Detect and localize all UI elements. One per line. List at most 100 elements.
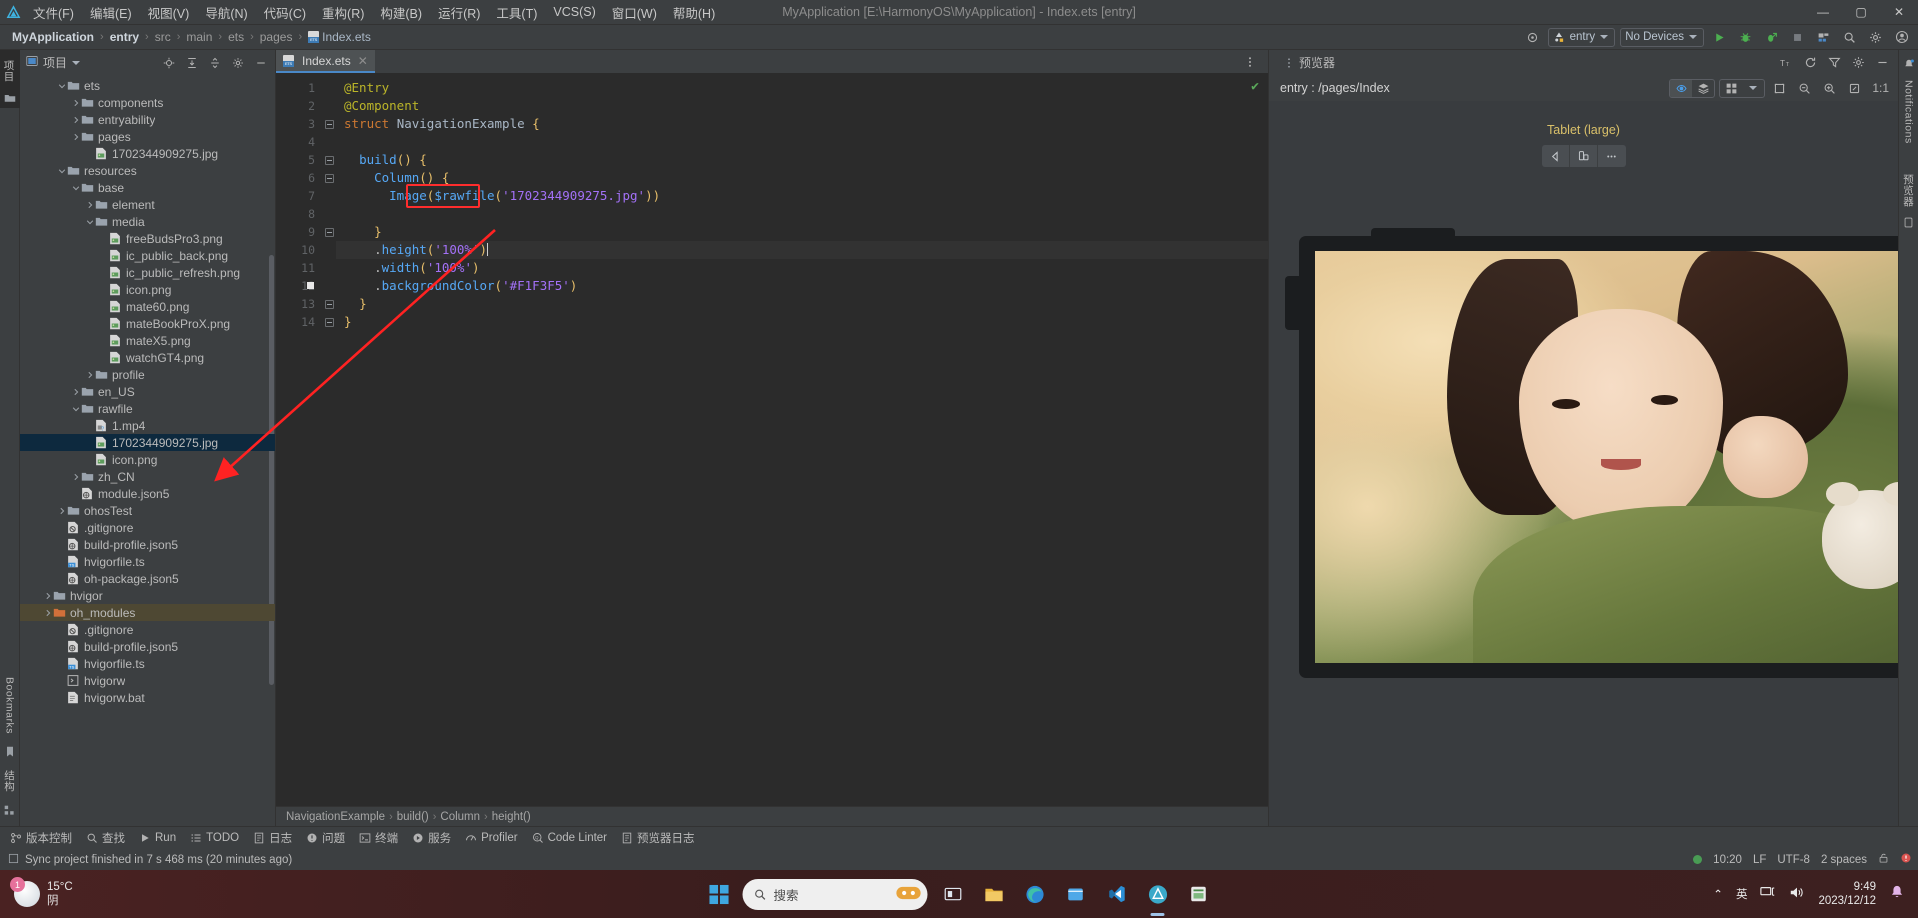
code-line[interactable]: .backgroundColor('#F1F3F5')	[336, 277, 1268, 295]
fold-gutter[interactable]	[322, 73, 336, 806]
profile-debug-icon[interactable]	[1761, 27, 1782, 48]
tool-window-run[interactable]: Run	[139, 832, 176, 844]
status-time[interactable]: 10:20	[1713, 854, 1742, 866]
run-configuration-selector[interactable]: entry	[1547, 27, 1616, 47]
source-code[interactable]: @Entry @Component struct NavigationExample…	[336, 73, 1268, 806]
menu-item-help[interactable]: 帮助(H)	[666, 0, 722, 25]
tool-window-todo[interactable]: TODO	[190, 832, 239, 844]
fold-toggle-icon[interactable]	[322, 169, 336, 187]
preview-tool-icon[interactable]	[1899, 213, 1918, 233]
error-icon[interactable]	[1900, 852, 1912, 867]
filter-icon[interactable]	[1824, 52, 1845, 73]
code-line[interactable]: .width('100%')	[336, 259, 1268, 277]
tree-node[interactable]: pages	[20, 128, 275, 145]
tree-node[interactable]: icon.png	[20, 281, 275, 298]
code-line[interactable]: build() {	[336, 151, 1268, 169]
breadcrumb-item-main[interactable]: main	[182, 29, 216, 45]
device-screen[interactable]	[1315, 251, 1898, 663]
breadcrumb-item-project[interactable]: MyApplication	[8, 29, 98, 45]
code-line[interactable]: struct NavigationExample {	[336, 115, 1268, 133]
menu-item-tools[interactable]: 工具(T)	[489, 0, 544, 25]
tool-window-log[interactable]: 日志	[253, 830, 292, 846]
target-icon[interactable]	[1522, 27, 1543, 48]
tool-window-vcs[interactable]: 版本控制	[10, 830, 72, 846]
menu-item-file[interactable]: 文件(F)	[26, 0, 81, 25]
fold-toggle-icon[interactable]	[322, 313, 336, 331]
bookmark-icon[interactable]	[0, 742, 20, 762]
chevron-right-icon[interactable]	[70, 114, 81, 125]
expand-all-icon[interactable]	[181, 52, 202, 73]
chevron-right-icon[interactable]	[70, 471, 81, 482]
editor-breadcrumb-3[interactable]: height()	[492, 811, 531, 823]
code-area[interactable]: 1234567891011121314 @Entry@Componentstru…	[276, 73, 1268, 806]
tree-node[interactable]: ? 1.mp4	[20, 417, 275, 434]
chevron-down-icon[interactable]	[56, 165, 67, 176]
editor-breadcrumb-0[interactable]: NavigationExample	[286, 811, 385, 823]
chevron-down-icon[interactable]	[72, 60, 81, 65]
actual-size-icon[interactable]	[1844, 78, 1865, 99]
rotate-back-icon[interactable]	[1542, 145, 1570, 167]
refresh-icon[interactable]	[1800, 52, 1821, 73]
orientation-icon[interactable]	[1570, 145, 1599, 167]
device-manager-icon[interactable]	[1813, 27, 1834, 48]
locate-file-icon[interactable]	[158, 52, 179, 73]
chevron-down-icon[interactable]	[56, 80, 67, 91]
breadcrumb-item-ets[interactable]: ets	[224, 29, 248, 45]
folder-icon[interactable]	[0, 88, 20, 108]
inspector-icon[interactable]	[1670, 79, 1693, 97]
zoom-out-icon[interactable]	[1794, 78, 1815, 99]
layers-icon[interactable]	[1692, 80, 1714, 97]
tool-window-code-linter[interactable]: Q Code Linter	[532, 832, 607, 844]
taskbar-search-box[interactable]: 搜索	[742, 878, 928, 910]
menu-item-refactor[interactable]: 重构(R)	[315, 0, 371, 25]
tool-window-preview-log[interactable]: 预览器日志	[621, 830, 695, 846]
status-line-separator[interactable]: LF	[1753, 854, 1766, 866]
tree-node[interactable]: ohosTest	[20, 502, 275, 519]
search-icon[interactable]	[1839, 27, 1860, 48]
chevron-right-icon[interactable]	[42, 607, 53, 618]
tree-node[interactable]: element	[20, 196, 275, 213]
app-icon[interactable]	[1183, 878, 1215, 910]
breadcrumb-item-entry[interactable]: entry	[106, 29, 143, 45]
tree-node[interactable]: oh_modules	[20, 604, 275, 621]
account-icon[interactable]	[1891, 27, 1912, 48]
tree-node[interactable]: zh_CN	[20, 468, 275, 485]
tree-node[interactable]: 1702344909275.jpg	[20, 434, 275, 451]
file-explorer-icon[interactable]	[978, 878, 1010, 910]
tree-node[interactable]: profile	[20, 366, 275, 383]
font-size-icon[interactable]: TT	[1776, 52, 1797, 73]
tray-chevron-up-icon[interactable]: ⌃	[1713, 887, 1723, 901]
tree-node[interactable]: mateX5.png	[20, 332, 275, 349]
tree-node[interactable]: ic_public_refresh.png	[20, 264, 275, 281]
code-line[interactable]: @Component	[336, 97, 1268, 115]
close-button[interactable]: ✕	[1880, 0, 1918, 25]
code-line[interactable]: }	[336, 223, 1268, 241]
tray-volume-icon[interactable]	[1789, 885, 1805, 903]
rail-tab-notifications[interactable]: Notifications	[1901, 74, 1917, 150]
chevron-down-icon[interactable]	[70, 182, 81, 193]
preview-canvas[interactable]: Tablet (large)	[1269, 101, 1898, 826]
zoom-level-label[interactable]: 1:1	[1869, 78, 1892, 99]
tree-node[interactable]: resources	[20, 162, 275, 179]
minimize-button[interactable]: —	[1804, 0, 1842, 25]
code-line[interactable]: Image($rawfile('1702344909275.jpg'))	[336, 187, 1268, 205]
chevron-down-icon[interactable]	[84, 216, 95, 227]
hide-panel-icon[interactable]	[1872, 52, 1893, 73]
menu-item-navigate[interactable]: 导航(N)	[198, 0, 254, 25]
maximize-button[interactable]: ▢	[1842, 0, 1880, 25]
fold-toggle-icon[interactable]	[322, 115, 336, 133]
chevron-down-icon[interactable]	[1742, 80, 1764, 97]
tree-node[interactable]: .gitignore	[20, 519, 275, 536]
tray-network-icon[interactable]	[1760, 885, 1776, 903]
editor-tab-index-ets[interactable]: Index.ets ✕	[276, 50, 375, 73]
tree-node[interactable]: .gitignore	[20, 621, 275, 638]
menu-item-code[interactable]: 代码(C)	[257, 0, 313, 25]
tree-node[interactable]: TS hvigorfile.ts	[20, 655, 275, 672]
tree-node[interactable]: hvigorw.bat	[20, 689, 275, 706]
tree-node[interactable]: watchGT4.png	[20, 349, 275, 366]
chevron-right-icon[interactable]	[70, 386, 81, 397]
breadcrumb-item-pages[interactable]: pages	[256, 29, 297, 45]
tree-node[interactable]: 1702344909275.jpg	[20, 145, 275, 162]
fold-toggle-icon[interactable]	[322, 151, 336, 169]
more-icon[interactable]	[1598, 145, 1625, 167]
